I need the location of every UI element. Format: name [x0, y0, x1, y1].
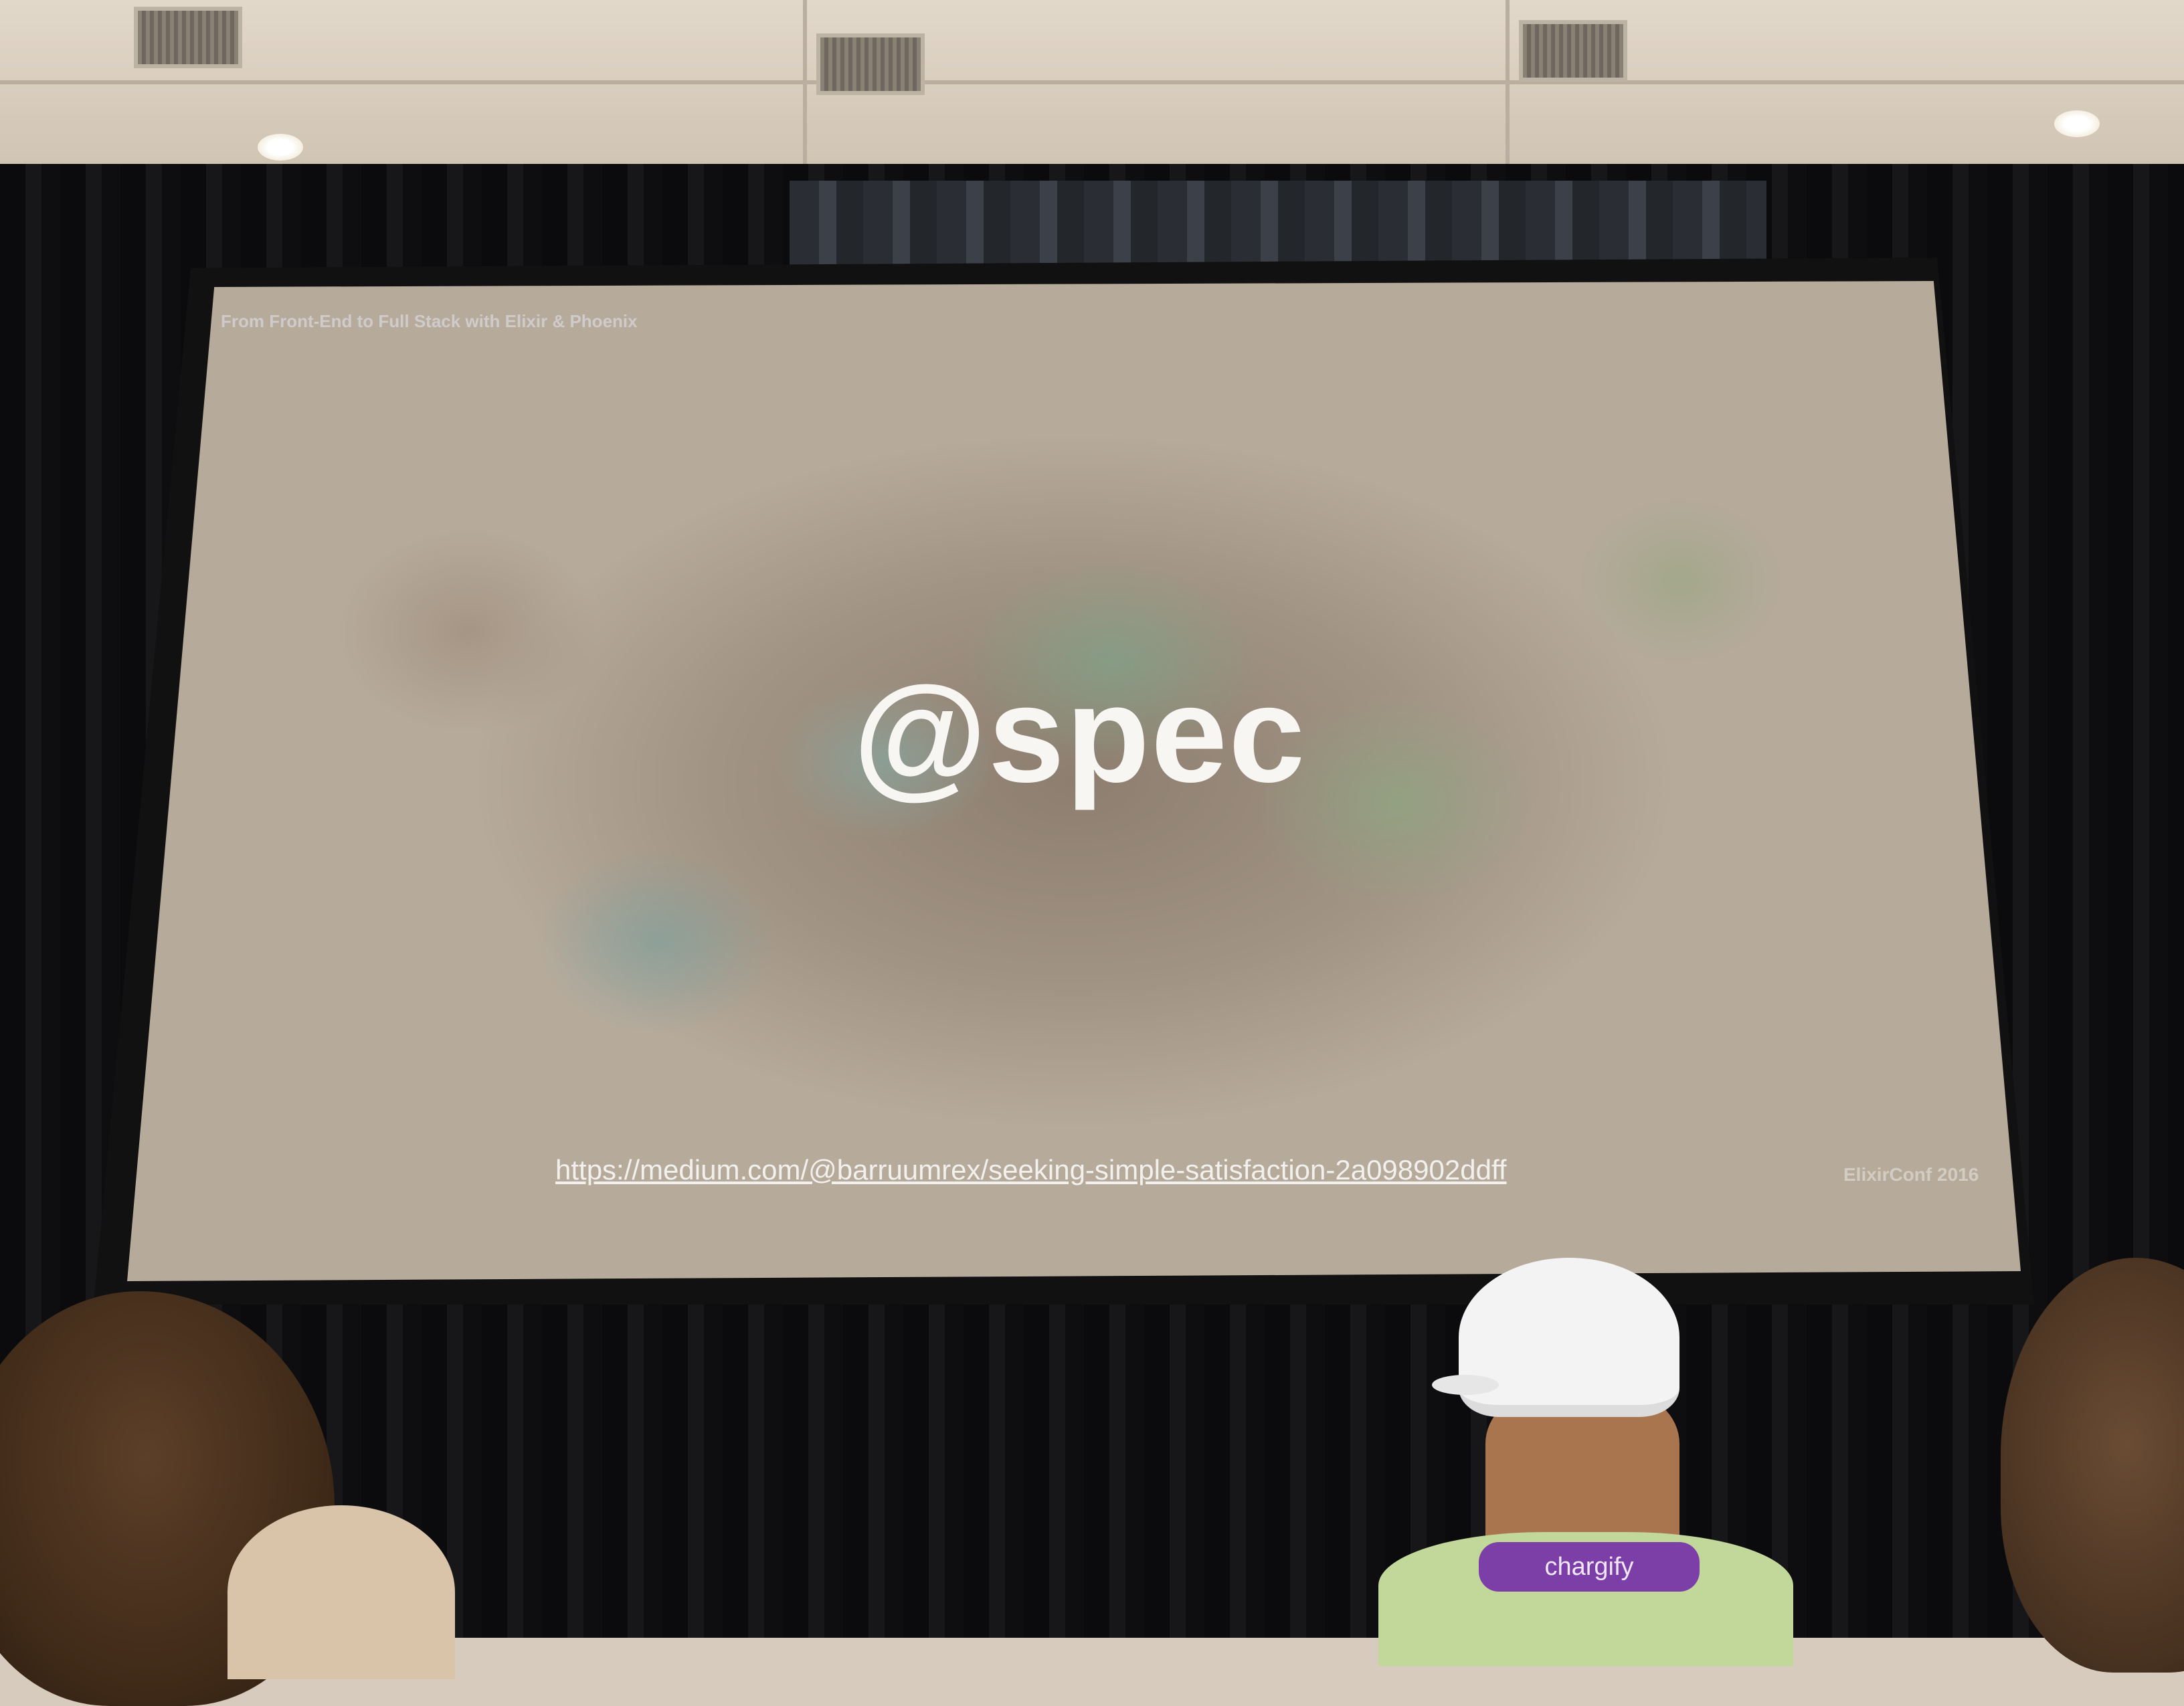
ceiling-light	[2054, 110, 2100, 137]
audience-shoulder-left	[227, 1505, 455, 1679]
ceiling-vent	[134, 7, 242, 68]
ceiling-vent	[1519, 20, 1627, 82]
slide-header: From Front-End to Full Stack with Elixir…	[221, 311, 638, 331]
cap-brim	[1432, 1375, 1499, 1395]
ceiling-light	[258, 134, 303, 161]
ceiling-grid-line	[1506, 0, 1510, 167]
ceiling-grid-line	[0, 80, 2184, 84]
slide-footer: ElixirConf 2016	[1843, 1164, 1979, 1185]
slide-title: @spec	[853, 658, 1307, 811]
conference-room-photo: From Front-End to Full Stack with Elixir…	[0, 0, 2184, 1706]
lanyard: chargify	[1479, 1542, 1700, 1592]
white-cap	[1459, 1258, 1679, 1417]
ceiling-vent	[816, 33, 925, 95]
slide-link: https://medium.com/@barruumrex/seeking-s…	[555, 1154, 1507, 1186]
ceiling-grid-line	[803, 0, 807, 167]
ceiling	[0, 0, 2184, 174]
